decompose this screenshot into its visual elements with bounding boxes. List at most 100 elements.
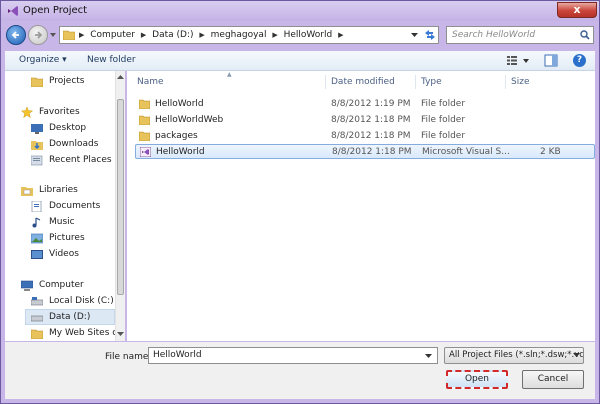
back-button[interactable] <box>6 25 26 45</box>
forward-arrow-icon <box>35 31 43 39</box>
chevron-down-icon[interactable] <box>411 32 418 38</box>
window-title: Open Project <box>23 5 88 16</box>
sidebar-item-label: Recent Places <box>49 155 112 165</box>
breadcrumb-separator-icon[interactable]: ▶ <box>199 31 204 39</box>
organize-button[interactable]: Organize ▾ <box>19 55 67 65</box>
file-type: File folder <box>421 131 466 141</box>
preview-pane-icon[interactable] <box>544 54 558 67</box>
sidebar-item-label: My Web Sites on <box>49 328 124 338</box>
disk-icon <box>31 315 43 322</box>
recent-pages-dropdown-icon[interactable] <box>50 32 56 38</box>
close-button[interactable]: x <box>557 2 597 18</box>
scroll-down-icon[interactable] <box>117 331 124 336</box>
file-date: 8/8/2012 1:18 PM <box>331 131 411 141</box>
filter-selected-value: All Project Files (*.sln;*.dsw;*.vc <box>449 350 584 360</box>
downloads-icon <box>31 141 43 150</box>
breadcrumb-computer[interactable]: Computer <box>90 30 135 40</box>
search-input[interactable]: Search HelloWorld <box>446 26 594 44</box>
cancel-button[interactable]: Cancel <box>522 370 584 389</box>
file-type: File folder <box>421 115 466 125</box>
sidebar-item-label: Computer <box>39 280 84 290</box>
pictures-icon <box>31 233 43 244</box>
sidebar-item-label: Videos <box>49 249 79 259</box>
change-view-icon[interactable] <box>505 54 533 67</box>
file-type: File folder <box>421 99 466 109</box>
table-row[interactable]: HelloWorldWeb 8/8/2012 1:18 PM File fold… <box>135 113 595 128</box>
breadcrumb-meghagoyal[interactable]: meghagoyal <box>211 30 267 40</box>
column-header-type[interactable]: Type <box>421 77 442 87</box>
sort-ascending-icon: ▲ <box>227 71 232 78</box>
breadcrumb-separator-icon: ▶ <box>79 31 85 39</box>
new-folder-button[interactable]: New folder <box>87 55 136 65</box>
file-type: Microsoft Visual S... <box>422 147 510 157</box>
desktop-icon <box>31 124 43 134</box>
sidebar-item-label: Favorites <box>39 107 80 117</box>
file-name: packages <box>155 131 198 141</box>
sidebar-item-label: Documents <box>49 201 101 211</box>
sidebar-item-data-d[interactable]: Data (D:) <box>25 309 115 325</box>
title-bar[interactable]: Open Project x <box>1 1 599 21</box>
file-type-filter-select[interactable]: All Project Files (*.sln;*.dsw;*.vc <box>444 347 584 364</box>
back-arrow-icon <box>11 31 19 39</box>
computer-icon <box>21 280 33 291</box>
folder-icon <box>139 115 150 125</box>
sidebar-item-label: Projects <box>49 76 85 86</box>
music-icon <box>32 217 41 228</box>
file-size: 2 KB <box>540 147 561 157</box>
file-date: 8/8/2012 1:19 PM <box>331 99 411 109</box>
forward-button[interactable] <box>28 25 48 45</box>
column-divider[interactable] <box>505 75 506 89</box>
column-header-size[interactable]: Size <box>511 77 529 87</box>
breadcrumb-helloworld[interactable]: HelloWorld <box>284 30 333 40</box>
sidebar-item-label: Downloads <box>49 139 99 149</box>
breadcrumb-data-drive[interactable]: Data (D:) <box>152 30 193 40</box>
file-list: ▲ Name Date modified Type Size HelloWorl… <box>127 71 595 341</box>
file-date: 8/8/2012 1:18 PM <box>332 147 412 157</box>
star-icon <box>21 107 33 118</box>
scrollbar-thumb[interactable] <box>117 99 124 295</box>
search-placeholder: Search HelloWorld <box>452 30 536 40</box>
column-header-date-modified[interactable]: Date modified <box>331 77 395 87</box>
recent-places-icon <box>31 155 43 166</box>
breadcrumb-separator-icon[interactable]: ▶ <box>338 31 343 39</box>
file-name-field[interactable]: HelloWorld <box>148 347 438 364</box>
column-divider[interactable] <box>325 75 326 89</box>
address-bar[interactable]: ▶ Computer ▶ Data (D:) ▶ meghagoyal ▶ He… <box>59 26 439 44</box>
open-button[interactable]: Open <box>446 370 508 389</box>
table-row-selected[interactable]: HelloWorld 8/8/2012 1:18 PM Microsoft Vi… <box>135 144 595 159</box>
column-header-name[interactable]: Name <box>137 77 164 87</box>
sidebar-item-label: Pictures <box>49 233 85 243</box>
table-row[interactable]: packages 8/8/2012 1:18 PM File folder <box>135 129 595 144</box>
table-row[interactable]: HelloWorld 8/8/2012 1:19 PM File folder <box>135 97 595 112</box>
folder-icon <box>139 99 150 109</box>
visual-studio-solution-icon <box>140 147 151 157</box>
breadcrumb-separator-icon[interactable]: ▶ <box>141 31 146 39</box>
breadcrumb-separator-icon[interactable]: ▶ <box>272 31 277 39</box>
file-name: HelloWorld <box>156 147 205 157</box>
visual-studio-icon <box>8 6 18 16</box>
refresh-icon[interactable] <box>420 26 440 44</box>
sidebar-item-label: Music <box>49 217 75 227</box>
address-row: ▶ Computer ▶ Data (D:) ▶ meghagoyal ▶ He… <box>1 22 599 50</box>
folder-icon <box>63 30 75 40</box>
breadcrumb: ▶ Computer ▶ Data (D:) ▶ meghagoyal ▶ He… <box>79 30 346 40</box>
navigation-scrollbar[interactable] <box>115 71 125 341</box>
videos-icon <box>31 250 43 259</box>
file-date: 8/8/2012 1:18 PM <box>331 115 411 125</box>
sidebar-item-label: Data (D:) <box>49 312 91 322</box>
scroll-up-icon[interactable] <box>117 75 124 80</box>
chevron-down-icon[interactable] <box>425 353 432 359</box>
help-button[interactable]: ? <box>573 54 586 67</box>
file-name: HelloWorld <box>155 99 204 109</box>
file-name-label: File name: <box>105 352 152 362</box>
navigation-pane: Projects Favorites Desktop Downloads Rec… <box>5 71 125 341</box>
command-bar: Organize ▾ New folder ? <box>5 51 595 71</box>
chevron-down-icon[interactable] <box>573 352 580 358</box>
file-name: HelloWorldWeb <box>155 115 224 125</box>
sidebar-item-label: Libraries <box>39 185 78 195</box>
search-icon[interactable] <box>580 30 590 40</box>
folder-icon <box>31 329 43 339</box>
open-project-dialog: Open Project x ▶ Computer ▶ Data (D:) ▶ … <box>0 0 600 404</box>
documents-icon <box>31 201 42 212</box>
column-divider[interactable] <box>415 75 416 89</box>
